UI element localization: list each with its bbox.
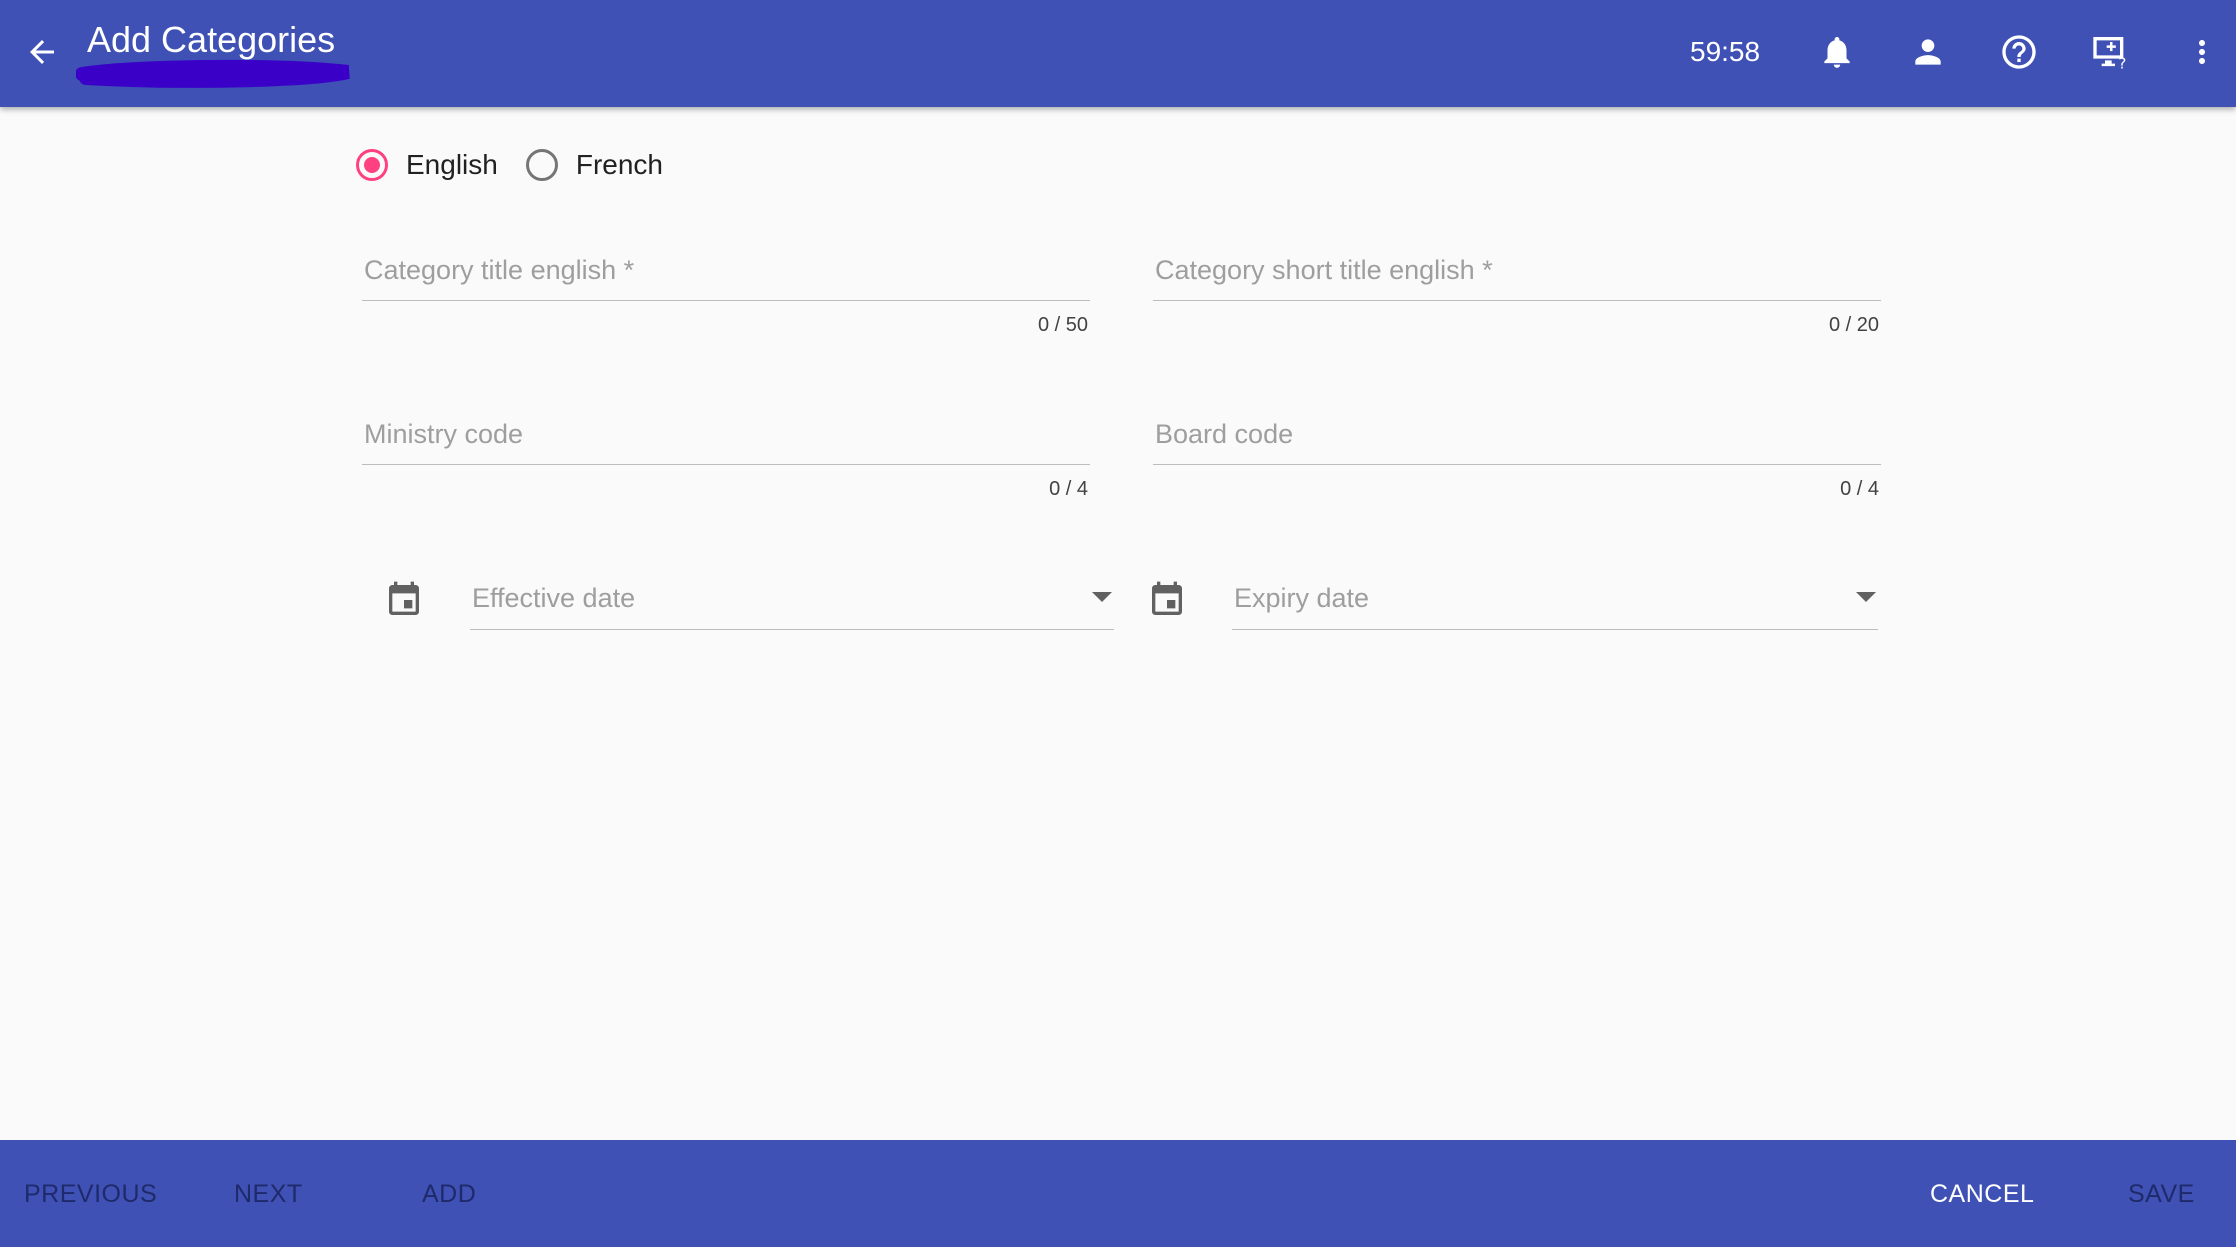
category-short-title-english-placeholder: Category short title english * [1155, 255, 1493, 285]
cancel-button[interactable]: CANCEL [1930, 1170, 2034, 1218]
dropdown-arrow-icon [1092, 592, 1112, 602]
save-button[interactable]: SAVE [2128, 1170, 2195, 1218]
bottom-action-bar: PREVIOUS NEXT ADD CANCEL SAVE [0, 1140, 2236, 1247]
calendar-icon[interactable] [1145, 578, 1189, 622]
field-underline [1153, 464, 1881, 465]
language-radio-group: English French [356, 140, 691, 190]
svg-text:?: ? [2118, 55, 2126, 72]
screen-help-icon[interactable]: ? [2082, 24, 2138, 80]
back-arrow-icon[interactable] [14, 24, 70, 80]
page-title: Add Categories [87, 19, 336, 60]
more-vert-icon[interactable] [2174, 24, 2230, 80]
calendar-icon[interactable] [382, 578, 426, 622]
expiry-date-select[interactable]: Expiry date [1232, 578, 1878, 638]
char-counter: 0 / 50 [1037, 314, 1088, 336]
category-title-english-field[interactable]: Category title english * 0 / 50 [362, 250, 1090, 340]
session-timer: 59:58 [1690, 36, 1761, 67]
radio-unchecked-icon[interactable] [525, 149, 558, 181]
board-code-placeholder: Board code [1155, 419, 1294, 449]
ministry-code-field[interactable]: Ministry code 0 / 4 [362, 414, 1090, 504]
effective-date-placeholder: Effective date [472, 583, 636, 613]
field-underline [1232, 629, 1878, 630]
help-circle-icon[interactable] [1991, 24, 2047, 80]
person-icon[interactable] [1900, 24, 1956, 80]
category-title-english-placeholder: Category title english * [364, 255, 635, 285]
radio-checked-icon[interactable] [356, 149, 388, 181]
previous-button[interactable]: PREVIOUS [24, 1170, 157, 1218]
char-counter: 0 / 4 [1049, 478, 1088, 500]
dropdown-arrow-icon [1856, 592, 1876, 602]
top-app-bar: Add Categories 59:58 ? [0, 0, 2236, 107]
radio-french-label: French [575, 149, 663, 180]
board-code-field[interactable]: Board code 0 / 4 [1153, 414, 1881, 504]
field-underline [362, 300, 1090, 301]
radio-english-label: English [406, 149, 498, 180]
ministry-code-placeholder: Ministry code [364, 419, 524, 449]
field-underline [470, 629, 1114, 630]
effective-date-select[interactable]: Effective date [470, 578, 1114, 638]
radio-english[interactable]: English [356, 149, 498, 181]
field-underline [1153, 300, 1881, 301]
field-underline [362, 464, 1090, 465]
bell-icon[interactable] [1809, 24, 1865, 80]
radio-french[interactable]: French [525, 149, 663, 181]
char-counter: 0 / 4 [1840, 478, 1879, 500]
category-short-title-english-field[interactable]: Category short title english * 0 / 20 [1153, 250, 1881, 340]
next-button[interactable]: NEXT [234, 1170, 303, 1218]
char-counter: 0 / 20 [1828, 314, 1879, 336]
add-button[interactable]: ADD [422, 1170, 476, 1218]
expiry-date-placeholder: Expiry date [1234, 583, 1370, 613]
